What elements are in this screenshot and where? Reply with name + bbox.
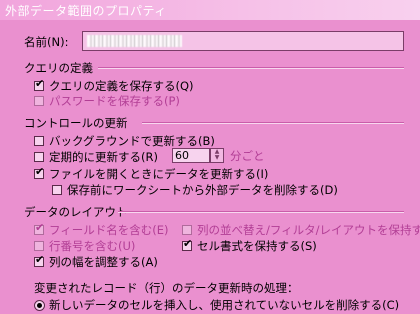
periodic-refresh-checkbox[interactable] <box>34 152 44 162</box>
radio-dot-icon <box>37 303 42 308</box>
adjust-column-width-label: 列の幅を調整する(A) <box>49 255 158 269</box>
save-query-checkbox[interactable]: ✔ <box>34 77 45 91</box>
remove-data-before-save-label: 保存前にワークシートから外部データを削除する(D) <box>67 183 338 197</box>
save-query-label: クエリの定義を保存する(Q) <box>49 79 194 93</box>
row-numbers-checkbox[interactable] <box>34 241 44 251</box>
divider <box>142 122 404 124</box>
divider <box>98 67 404 69</box>
refresh-interval-input[interactable]: 60 <box>172 148 210 163</box>
name-label: 名前(N): <box>24 35 69 49</box>
spin-down-icon[interactable]: ▼ <box>211 155 223 161</box>
remove-data-before-save-checkbox[interactable] <box>52 185 62 195</box>
refresh-action-title: 変更されたレコード（行）のデータ更新時の処理： <box>34 281 299 295</box>
adjust-column-width-checkbox[interactable]: ✔ <box>34 253 45 267</box>
interval-unit-label: 分ごと <box>230 149 265 163</box>
check-mark-icon: ✔ <box>35 165 45 178</box>
background-refresh-label: バックグラウンドで更新する(B) <box>49 134 215 148</box>
name-value-redacted <box>87 35 182 47</box>
divider <box>118 211 404 213</box>
background-refresh-checkbox[interactable] <box>34 136 44 146</box>
refresh-on-open-label: ファイルを開くときにデータを更新する(I) <box>49 167 269 181</box>
check-mark-icon: ✔ <box>35 253 45 266</box>
refresh-section-title: コントロールの更新 <box>24 116 128 130</box>
preserve-sort-filter-label: 列の並べ替え/フィルタ/レイアウトを保持する <box>197 223 420 237</box>
check-mark-icon: ✔ <box>35 77 45 90</box>
preserve-sort-filter-checkbox[interactable] <box>182 225 192 235</box>
title-bar[interactable]: 外部データ範囲のプロパティ <box>0 0 420 20</box>
check-mark-icon: ✔ <box>35 221 45 234</box>
preserve-cell-format-label: セル書式を保持する(S) <box>197 239 317 253</box>
insert-cells-label: 新しいデータのセルを挿入し、使用されていないセルを削除する(C) <box>49 298 400 312</box>
save-password-checkbox[interactable] <box>34 96 44 106</box>
refresh-interval-spinner[interactable]: ▲ ▼ <box>210 148 224 163</box>
properties-dialog: 外部データ範囲のプロパティ 名前(N): クエリの定義 ✔ クエリの定義を保存す… <box>0 0 420 314</box>
save-password-label: パスワードを保存する(P) <box>49 94 180 108</box>
row-numbers-label: 行番号を含む(U) <box>49 239 136 253</box>
insert-cells-radio[interactable] <box>34 300 45 311</box>
preserve-cell-format-checkbox[interactable]: ✔ <box>182 237 193 251</box>
query-section-title: クエリの定義 <box>24 61 93 75</box>
window-title: 外部データ範囲のプロパティ <box>5 4 167 18</box>
periodic-refresh-label: 定期的に更新する(R) <box>49 150 158 164</box>
field-names-label: フィールド名を含む(E) <box>49 223 169 237</box>
refresh-on-open-checkbox[interactable]: ✔ <box>34 165 45 179</box>
name-input[interactable] <box>82 31 404 51</box>
layout-section-title: データのレイアウト <box>24 205 128 219</box>
check-mark-icon: ✔ <box>183 237 193 250</box>
field-names-checkbox[interactable]: ✔ <box>34 221 45 235</box>
